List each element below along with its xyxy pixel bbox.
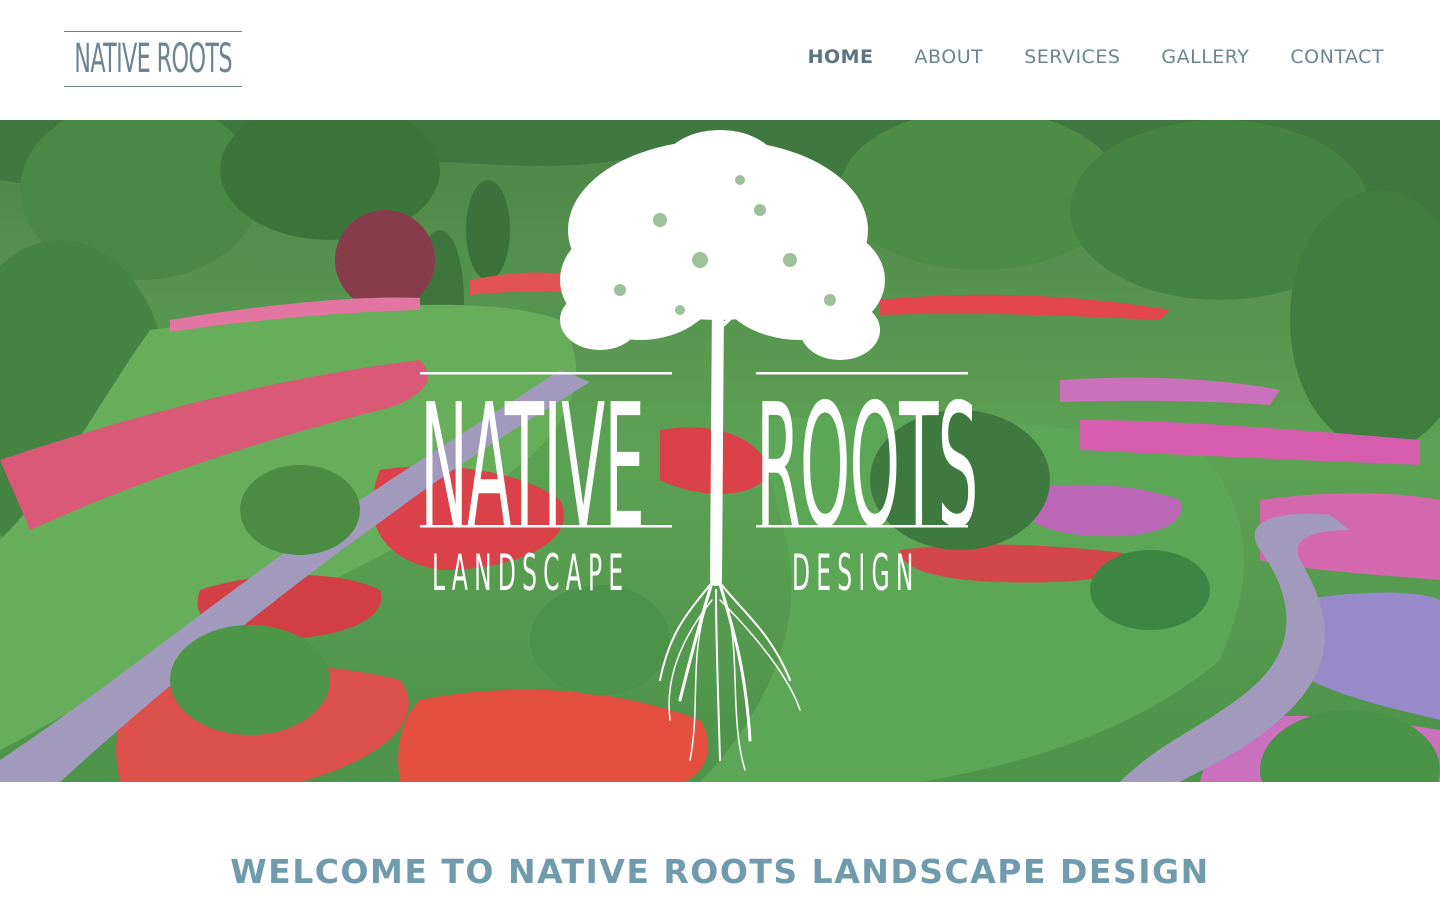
nav-contact[interactable]: CONTACT [1290, 46, 1384, 68]
hero-word-roots: ROOTS [756, 368, 978, 566]
main-nav: HOME ABOUT SERVICES GALLERY CONTACT [767, 46, 1384, 68]
hero-word-landscape: LANDSCAPE [432, 544, 630, 602]
hero-word-native: NATIVE [420, 368, 645, 566]
site-logo[interactable]: NATIVE ROOTS [64, 31, 242, 87]
logo-text: NATIVE ROOTS [74, 36, 232, 82]
tree-with-roots-icon [420, 130, 968, 771]
nav-gallery[interactable]: GALLERY [1161, 46, 1249, 68]
welcome-heading: WELCOME TO NATIVE ROOTS LANDSCAPE DESIGN [230, 852, 1210, 891]
nav-home[interactable]: HOME [808, 46, 874, 68]
nav-about[interactable]: ABOUT [915, 46, 984, 68]
nav-services[interactable]: SERVICES [1024, 46, 1120, 68]
hero-word-design: DESIGN [792, 544, 920, 602]
hero-banner: NATIVE ROOTS LANDSCAPE DESIGN [0, 120, 1440, 782]
site-header: NATIVE ROOTS HOME ABOUT SERVICES GALLERY… [0, 0, 1440, 120]
